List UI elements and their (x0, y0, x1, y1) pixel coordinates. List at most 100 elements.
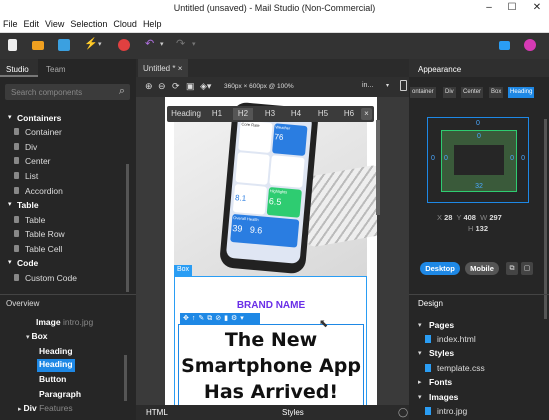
heading-h6-button[interactable]: H6 (339, 108, 359, 120)
overview-scrollbar[interactable] (124, 355, 127, 401)
design-section-pages[interactable]: ▾ Pages (412, 318, 542, 332)
component-icon (14, 274, 19, 281)
preview-icon[interactable] (499, 41, 510, 50)
device-dropdown[interactable]: in... (362, 82, 373, 89)
element-tab-center[interactable]: Center (461, 87, 484, 98)
overview-item-button[interactable]: Button (39, 374, 66, 387)
account-icon[interactable] (524, 39, 536, 51)
element-tab-div[interactable]: Div (443, 87, 456, 98)
heading-h3-button[interactable]: H3 (260, 108, 280, 120)
email-canvas[interactable]: Core Rate Weather 76 8.1 Highlights 6.5 Ov… (165, 97, 377, 405)
design-section-fonts[interactable]: ▸ Fonts (412, 375, 542, 389)
layers-icon[interactable]: ◈▾ (200, 81, 211, 92)
canvas-scrollbar[interactable] (376, 120, 380, 215)
file-icon (425, 407, 431, 415)
canvas-toolbar: ⊕ ⊖ ⟳ ▣ ◈▾ 360px × 600px @ 100% in... ▾ (136, 77, 409, 97)
menu-selection[interactable]: Selection (67, 17, 110, 29)
search-placeholder: Search components (11, 88, 83, 97)
heading-h1-button[interactable]: H1 (207, 108, 227, 120)
canvas-size-label[interactable]: 360px × 600px @ 100% (224, 83, 294, 90)
tree-item-list[interactable]: List (0, 168, 130, 184)
overview-item-box[interactable]: ▾ Box (26, 331, 48, 344)
copy-style-icon[interactable]: ⧉ (506, 262, 518, 275)
design-header: Design (409, 294, 549, 312)
device-dropdown-chevron-icon[interactable]: ▾ (386, 82, 389, 89)
box-model-padding[interactable]: 0 0 0 32 (441, 130, 517, 192)
undo-icon[interactable]: ↶ (145, 37, 157, 50)
document-tab-bar: Untitled * × (136, 59, 409, 77)
refresh-icon[interactable]: ⟳ (172, 81, 180, 92)
settings-gear-icon[interactable] (118, 39, 130, 51)
tree-item-container[interactable]: Container (0, 124, 130, 140)
tree-section-table[interactable]: ▾ Table (0, 197, 130, 213)
properties-scrollbar[interactable] (544, 119, 547, 319)
design-file-template-css[interactable]: template.css (412, 361, 542, 375)
open-folder-icon[interactable] (32, 41, 44, 50)
phone-card-chart (235, 152, 270, 185)
menu-cloud[interactable]: Cloud (110, 17, 140, 29)
element-tab-box[interactable]: Box (489, 87, 504, 98)
heading-h4-button[interactable]: H4 (286, 108, 306, 120)
undo-dropdown-icon[interactable]: ▾ (160, 40, 172, 52)
phone-graphic: Core Rate Weather 76 8.1 Highlights 6.5 Ov… (218, 101, 320, 275)
run-dropdown-icon[interactable]: ▾ (98, 40, 110, 52)
design-file-index[interactable]: index.html (412, 332, 542, 346)
styles-tab[interactable]: Styles (282, 408, 304, 417)
menu-help[interactable]: Help (140, 17, 165, 29)
tree-item-center[interactable]: Center (0, 153, 130, 169)
overview-item-div[interactable]: ▸ Div Features (18, 403, 73, 416)
zoom-in-icon[interactable]: ⊕ (145, 81, 153, 92)
tree-section-code[interactable]: ▾ Code (0, 255, 130, 271)
overview-item-heading-selected[interactable]: Heading (37, 359, 75, 372)
brand-name[interactable]: BRAND NAME (165, 300, 377, 311)
tree-item-custom-code[interactable]: Custom Code (0, 270, 130, 286)
search-icon[interactable]: ⌕ (119, 85, 125, 98)
overview-item-paragraph[interactable]: Paragraph (39, 389, 81, 402)
tab-studio[interactable]: Studio (6, 65, 29, 74)
desktop-button[interactable]: Desktop (420, 262, 460, 275)
hero-image[interactable]: Core Rate Weather 76 8.1 Highlights 6.5 Ov… (174, 101, 377, 276)
zoom-out-icon[interactable]: ⊖ (158, 81, 166, 92)
element-tab-heading[interactable]: Heading (508, 87, 535, 98)
menu-view[interactable]: View (42, 17, 67, 29)
overview-item-image[interactable]: Image intro.jpg (36, 317, 93, 330)
redo-dropdown-icon[interactable]: ▾ (192, 40, 204, 52)
html-tab[interactable]: HTML (146, 408, 168, 417)
overview-item-heading[interactable]: Heading (39, 346, 73, 359)
redo-icon[interactable]: ↷ (176, 37, 188, 50)
tree-item-table-row[interactable]: Table Row (0, 226, 130, 242)
box-model-margin[interactable]: 0 0 0 0 32 0 0 (427, 117, 529, 203)
element-action-toolbar[interactable]: ✥↑✎⧉⊘▮⚙▾ (180, 313, 260, 324)
document-tab[interactable]: Untitled * × (138, 59, 188, 77)
menu-file[interactable]: File (0, 17, 21, 29)
run-icon[interactable]: ⚡ (84, 37, 98, 50)
design-file-intro-jpg[interactable]: intro.jpg (412, 404, 542, 418)
component-icon (14, 216, 19, 223)
tab-team[interactable]: Team (46, 65, 66, 74)
heading-bar-close-icon[interactable]: × (361, 108, 372, 120)
comment-icon[interactable]: ◯ (398, 407, 408, 418)
image-icon[interactable]: ▣ (186, 81, 195, 92)
heading-h5-button[interactable]: H5 (313, 108, 333, 120)
mobile-button[interactable]: Mobile (465, 262, 499, 275)
minimize-button[interactable]: – (477, 1, 501, 15)
mobile-device-icon[interactable] (400, 80, 407, 91)
tab-close-icon[interactable]: × (178, 64, 183, 73)
design-section-styles[interactable]: ▾ Styles (412, 346, 542, 360)
new-file-icon[interactable] (8, 39, 17, 51)
element-tab-container[interactable]: ontainer (410, 87, 436, 98)
close-button[interactable]: ✕ (525, 1, 549, 15)
design-section-images[interactable]: ▾ Images (412, 390, 542, 404)
maximize-button[interactable]: ☐ (500, 1, 524, 15)
headline-line-2: Smartphone App (181, 355, 361, 377)
headline[interactable]: The New Smartphone App Has Arrived! (165, 327, 377, 405)
window-title: Untitled (unsaved) - Mail Studio (Non-Co… (173, 3, 376, 13)
menu-edit[interactable]: Edit (21, 17, 43, 29)
search-input[interactable]: Search components ⌕ (5, 84, 130, 100)
heading-level-bar: Heading H1 H2 H3 H4 H5 H6 × (167, 106, 374, 122)
paste-style-icon[interactable]: ▢ (521, 262, 533, 275)
heading-h2-button[interactable]: H2 (233, 108, 253, 120)
save-icon[interactable] (58, 39, 70, 51)
component-icon (14, 187, 19, 194)
phone-card-highlights: 8.1 (232, 184, 268, 215)
